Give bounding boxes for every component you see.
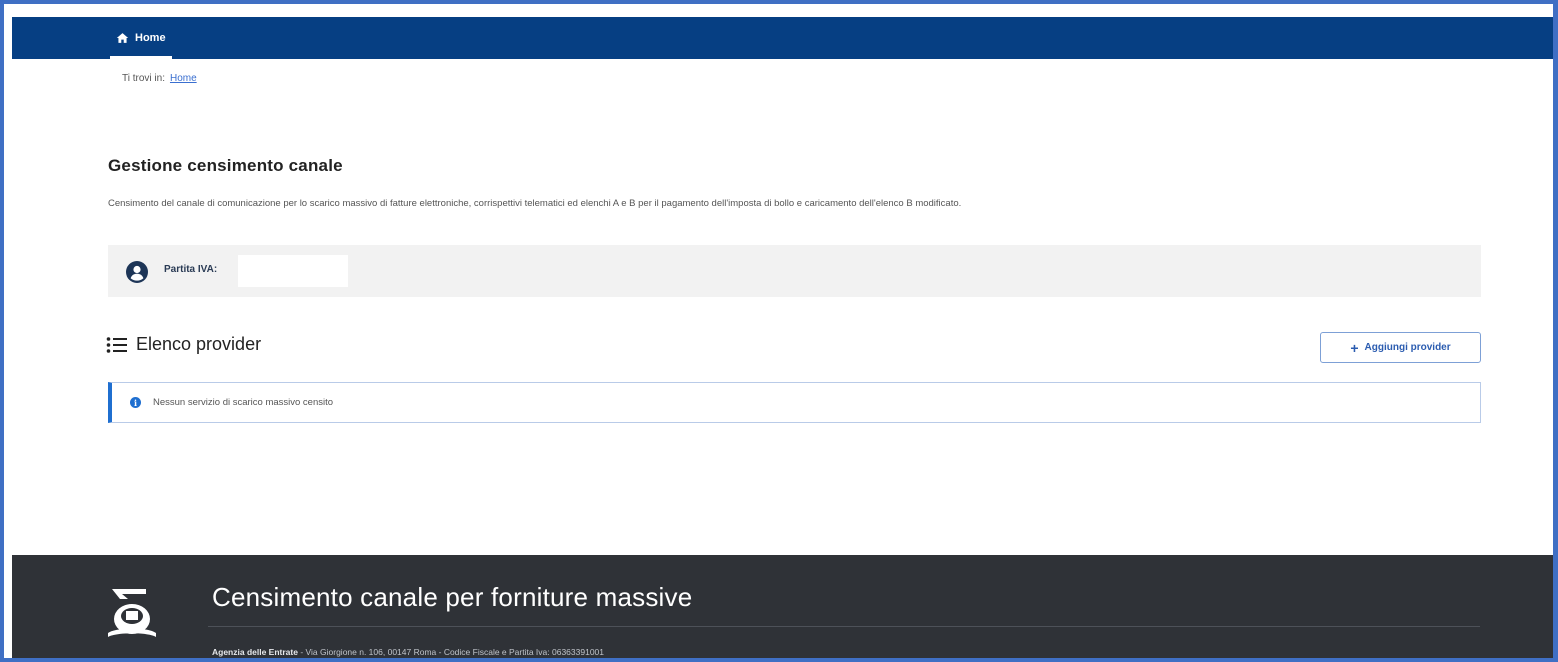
provider-list-title: Elenco provider <box>136 334 262 354</box>
list-icon <box>106 336 127 353</box>
provider-list-heading: Elenco provider <box>106 334 261 355</box>
nav-home-label: Home <box>135 32 166 44</box>
footer-org-name: Agenzia delle Entrate <box>212 647 298 657</box>
add-provider-label: Aggiungi provider <box>1364 342 1451 353</box>
footer-info: Agenzia delle Entrate - Via Giorgione n.… <box>212 647 604 657</box>
info-icon: i <box>130 397 141 408</box>
home-icon <box>116 33 129 43</box>
agenzia-logo-icon <box>108 589 156 637</box>
breadcrumb-home-link[interactable]: Home <box>170 73 197 84</box>
footer: Censimento canale per forniture massive … <box>12 555 1553 658</box>
footer-title: Censimento canale per forniture massive <box>212 582 693 612</box>
partita-iva-value <box>238 255 348 287</box>
empty-providers-alert: i Nessun servizio di scarico massivo cen… <box>108 382 1481 423</box>
page-description: Censimento del canale di comunicazione p… <box>108 198 962 209</box>
plus-icon: + <box>1350 339 1359 356</box>
partita-iva-box: Partita IVA: <box>108 245 1481 297</box>
top-navigation: Home <box>12 17 1553 59</box>
footer-address: - Via Giorgione n. 106, 00147 Roma - Cod… <box>297 647 604 657</box>
screenshot-frame: Home Ti trovi in: Home Gestione censimen… <box>0 0 1558 662</box>
footer-divider <box>208 626 1480 627</box>
add-provider-button[interactable]: + Aggiungi provider <box>1320 332 1481 363</box>
partita-iva-label: Partita IVA: <box>164 264 218 275</box>
breadcrumb: Ti trovi in: Home <box>122 73 197 84</box>
breadcrumb-prefix: Ti trovi in: <box>122 73 165 84</box>
page-title: Gestione censimento canale <box>108 156 343 175</box>
user-circle-icon <box>126 261 148 283</box>
nav-home-link[interactable]: Home <box>110 17 172 59</box>
empty-providers-message: Nessun servizio di scarico massivo censi… <box>153 397 334 408</box>
